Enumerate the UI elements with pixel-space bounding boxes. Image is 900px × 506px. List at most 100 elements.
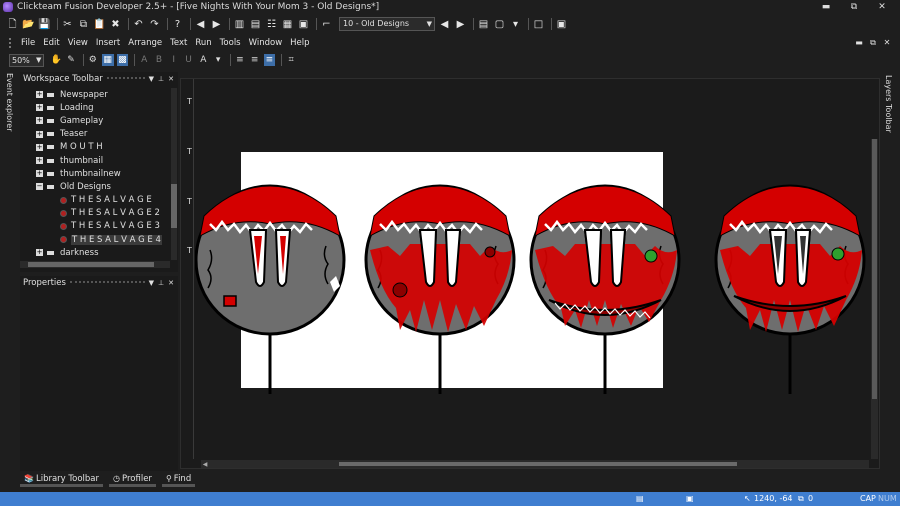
menu-grip[interactable] xyxy=(9,38,13,48)
publish-icon[interactable]: ▣ xyxy=(555,18,568,31)
close-button[interactable]: ✕ xyxy=(868,0,896,14)
frame-editor-icon[interactable]: ▤ xyxy=(249,18,262,31)
data-elements-icon[interactable]: ▣ xyxy=(297,18,310,31)
panel-dropdown-icon[interactable]: ▼ xyxy=(149,279,154,287)
expand-icon[interactable]: + xyxy=(36,91,43,99)
forward-icon[interactable]: ▶ xyxy=(210,18,223,31)
tree-item-thesalvage2[interactable]: T H E S A L V A G E 2 xyxy=(20,207,170,220)
help-icon[interactable]: ? xyxy=(171,18,184,31)
run-frame-icon[interactable]: ▢ xyxy=(493,18,506,31)
panel-grip[interactable] xyxy=(69,280,145,285)
copy-icon[interactable]: ⧉ xyxy=(77,18,90,31)
mdi-restore-button[interactable]: ⧉ xyxy=(866,36,880,50)
scrollbar-thumb[interactable] xyxy=(171,184,177,228)
snap-grid-icon[interactable]: ▩ xyxy=(116,54,129,66)
grid-settings-icon[interactable]: ⚙ xyxy=(87,54,99,66)
maximize-button[interactable]: ⧉ xyxy=(840,0,868,14)
tree-item-thesalvage[interactable]: T H E S A L V A G E xyxy=(20,194,170,207)
salvage-sprite-3[interactable] xyxy=(529,184,681,394)
tree-item-thesalvage3[interactable]: T H E S A L V A G E 3 xyxy=(20,220,170,233)
tree-item-thumbnail[interactable]: + thumbnail xyxy=(20,154,170,167)
new-file-icon[interactable]: 🗋 xyxy=(6,18,19,31)
align-right-icon[interactable]: ≡ xyxy=(263,54,276,66)
undo-icon[interactable]: ↶ xyxy=(132,18,145,31)
tree-item-teaser[interactable]: + Teaser xyxy=(20,128,170,141)
salvage-sprite-4[interactable] xyxy=(714,184,866,394)
panel-dropdown-icon[interactable]: ▼ xyxy=(149,75,154,83)
scroll-left-icon[interactable]: ◀ xyxy=(201,461,209,468)
event-editor-icon[interactable]: ☷ xyxy=(265,18,278,31)
tree-item-darkness[interactable]: + darkness xyxy=(20,246,170,259)
scrollbar-thumb[interactable] xyxy=(28,262,154,267)
tree-item-thesalvage4[interactable]: T H E S A L V A G E 4 xyxy=(20,233,170,246)
text-tool-icon[interactable]: A xyxy=(138,54,150,66)
frame-select[interactable]: 10 - Old Designs ▼ xyxy=(339,17,435,31)
mdi-minimize-button[interactable]: ▬ xyxy=(852,36,866,50)
workspace-horizontal-scrollbar[interactable] xyxy=(20,261,170,268)
zoom-select[interactable]: 50% ▼ xyxy=(9,53,45,67)
menu-file[interactable]: File xyxy=(21,38,35,48)
tree-item-mouth[interactable]: + M O U T H xyxy=(20,141,170,154)
paste-icon[interactable]: 📋 xyxy=(93,18,106,31)
menu-help[interactable]: Help xyxy=(290,38,309,48)
delete-icon[interactable]: ✖ xyxy=(109,18,122,31)
run-application-icon[interactable]: ▤ xyxy=(477,18,490,31)
frame-list-icon[interactable]: ⌐ xyxy=(320,18,333,31)
expand-icon[interactable]: + xyxy=(36,249,43,257)
brush-tool-icon[interactable]: ✎ xyxy=(65,54,77,66)
underline-icon[interactable]: U xyxy=(183,54,195,66)
font-color-icon[interactable]: A xyxy=(197,54,209,66)
collapse-icon[interactable]: − xyxy=(36,183,43,191)
editor-horizontal-scrollbar[interactable]: ◀ xyxy=(201,460,869,468)
expand-icon[interactable]: + xyxy=(36,117,43,125)
bold-icon[interactable]: B xyxy=(153,54,165,66)
align-center-icon[interactable]: ≡ xyxy=(249,54,261,66)
build-icon[interactable]: □ xyxy=(532,18,545,31)
close-icon[interactable]: ✕ xyxy=(168,279,174,287)
previous-frame-icon[interactable]: ◀ xyxy=(438,18,451,31)
dropdown-icon[interactable]: ▾ xyxy=(212,54,224,66)
editor-vertical-scrollbar[interactable] xyxy=(871,139,878,459)
panel-grip[interactable] xyxy=(106,76,145,81)
pin-icon[interactable]: ⊥ xyxy=(158,75,164,83)
tree-item-gameplay[interactable]: + Gameplay xyxy=(20,114,170,127)
show-grid-icon[interactable]: ▦ xyxy=(101,54,114,66)
scrollbar-thumb[interactable] xyxy=(872,139,877,399)
expand-icon[interactable]: + xyxy=(36,170,43,178)
event-list-icon[interactable]: ▦ xyxy=(281,18,294,31)
menu-insert[interactable]: Insert xyxy=(96,38,120,48)
close-icon[interactable]: ✕ xyxy=(168,75,174,83)
cut-icon[interactable]: ✂ xyxy=(61,18,74,31)
menu-tools[interactable]: Tools xyxy=(220,38,241,48)
dropdown-icon[interactable]: ▾ xyxy=(509,18,522,31)
layers-toolbar-tab[interactable]: Layers Toolbar xyxy=(884,75,893,133)
save-icon[interactable]: 💾 xyxy=(38,18,51,31)
tab-find[interactable]: ⚲ Find xyxy=(161,473,196,487)
storyboard-icon[interactable]: ▥ xyxy=(233,18,246,31)
salvage-sprite-1[interactable] xyxy=(195,184,346,394)
back-icon[interactable]: ◀ xyxy=(194,18,207,31)
hand-tool-icon[interactable]: ✋ xyxy=(50,54,62,66)
expand-icon[interactable]: + xyxy=(36,143,43,151)
tab-library-toolbar[interactable]: 📚 Library Toolbar xyxy=(20,473,104,487)
menu-view[interactable]: View xyxy=(68,38,88,48)
redo-icon[interactable]: ↷ xyxy=(148,18,161,31)
tree-item-old-designs[interactable]: − Old Designs xyxy=(20,180,170,193)
pin-icon[interactable]: ⊥ xyxy=(158,279,164,287)
italic-icon[interactable]: I xyxy=(168,54,180,66)
next-frame-icon[interactable]: ▶ xyxy=(454,18,467,31)
tree-item-loading[interactable]: + Loading xyxy=(20,101,170,114)
menu-text[interactable]: Text xyxy=(170,38,187,48)
menu-window[interactable]: Window xyxy=(249,38,283,48)
tab-profiler[interactable]: ◷ Profiler xyxy=(109,473,156,487)
mdi-close-button[interactable]: ✕ xyxy=(880,36,894,50)
workspace-vertical-scrollbar[interactable] xyxy=(171,88,177,260)
minimize-button[interactable]: ▬ xyxy=(812,0,840,14)
menu-run[interactable]: Run xyxy=(195,38,211,48)
tree-item-newspaper[interactable]: + Newspaper xyxy=(20,88,170,101)
scrollbar-thumb[interactable] xyxy=(339,462,737,466)
open-folder-icon[interactable]: 📂 xyxy=(22,18,35,31)
tree-item-thumbnailnew[interactable]: + thumbnailnew xyxy=(20,167,170,180)
expand-icon[interactable]: + xyxy=(36,130,43,138)
menu-edit[interactable]: Edit xyxy=(43,38,59,48)
